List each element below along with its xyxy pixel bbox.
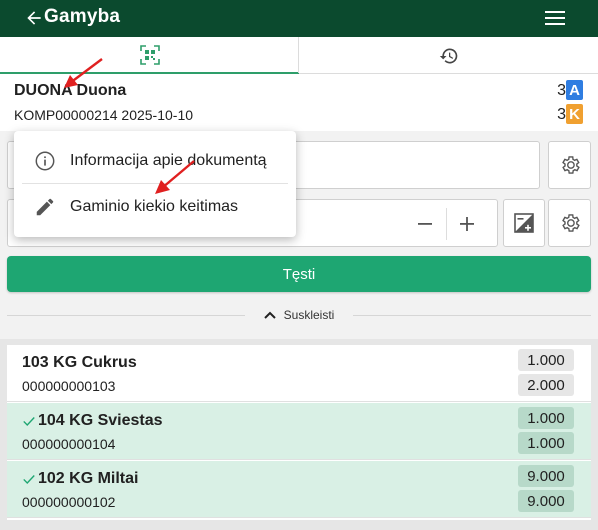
item-title: 104 KG Sviestas — [38, 412, 163, 429]
chevron-up-icon — [263, 311, 276, 319]
item-qty-done: 2.000 — [518, 374, 574, 396]
list-item[interactable]: 103 KG Cukrus 000000000103 1.000 2.000 — [7, 345, 591, 402]
menu-item-document-info[interactable]: Informacija apie dokumentą — [22, 139, 288, 183]
item-qty-required: 9.000 — [518, 465, 574, 487]
list-item[interactable]: 102 KG Miltai 000000000102 9.000 9.000 — [7, 461, 591, 518]
exposure-icon — [514, 213, 534, 233]
count-a-value: 3 — [557, 82, 566, 99]
check-icon — [23, 417, 35, 426]
menu-item-change-quantity[interactable]: Gaminio kiekio keitimas — [22, 185, 288, 229]
continue-button[interactable]: Tęsti — [7, 256, 591, 292]
components-list: 103 KG Cukrus 000000000103 1.000 2.000 1… — [7, 345, 591, 520]
item-title: 102 KG Miltai — [38, 470, 139, 487]
back-arrow-icon[interactable] — [24, 8, 44, 28]
document-header: DUONA Duona KOMP00000214 2025-10-10 3 A … — [0, 74, 598, 131]
item-code: 000000000103 — [22, 378, 116, 394]
hamburger-menu-icon[interactable] — [545, 10, 565, 26]
menu-divider — [22, 183, 288, 184]
count-k-value: 3 — [557, 106, 566, 123]
document-popup-menu: Informacija apie dokumentą Gaminio kieki… — [14, 131, 296, 237]
pencil-icon — [36, 198, 54, 216]
item-code: 000000000102 — [22, 494, 116, 510]
list-item[interactable]: 104 KG Sviestas 000000000104 1.000 1.000 — [7, 403, 591, 460]
item-qty-done: 1.000 — [518, 432, 574, 454]
tab-bar — [0, 37, 598, 74]
tab-history[interactable] — [299, 37, 598, 74]
exposure-button[interactable] — [503, 199, 545, 247]
item-title: 103 KG Cukrus — [22, 354, 137, 371]
tab-scan[interactable] — [0, 37, 299, 74]
document-subtitle: KOMP00000214 2025-10-10 — [14, 107, 194, 123]
item-qty-done: 9.000 — [518, 490, 574, 512]
item-qty-required: 1.000 — [518, 407, 574, 429]
menu-item-label: Informacija apie dokumentą — [70, 152, 267, 169]
menu-item-label: Gaminio kiekio keitimas — [70, 198, 239, 215]
check-icon — [23, 475, 35, 484]
item-qty-required: 1.000 — [518, 349, 574, 371]
info-icon — [35, 151, 55, 171]
history-icon — [439, 48, 457, 63]
minus-icon — [418, 223, 432, 225]
gear-icon — [561, 214, 580, 232]
document-title: DUONA Duona — [14, 82, 127, 99]
collapse-button[interactable]: Suskleisti — [257, 308, 341, 322]
app-title: Gamyba — [44, 6, 121, 27]
plus-icon — [460, 217, 474, 231]
collapse-row: Suskleisti — [7, 304, 591, 326]
item-code: 000000000104 — [22, 436, 116, 452]
count-k-badge: K — [566, 104, 583, 124]
count-a-badge: A — [566, 80, 583, 100]
gear-icon — [561, 156, 580, 174]
app-bar: Gamyba — [0, 0, 598, 37]
item-title-row: 102 KG Miltai — [22, 470, 138, 488]
collapse-divider-right — [353, 315, 591, 316]
collapse-divider-left — [7, 315, 245, 316]
collapse-label: Suskleisti — [283, 308, 335, 322]
item-title-row: 103 KG Cukrus — [22, 354, 137, 372]
quantity-settings-button[interactable] — [548, 199, 591, 247]
field-settings-button[interactable] — [548, 141, 591, 189]
qr-scan-icon — [139, 44, 160, 65]
increase-button[interactable] — [447, 200, 487, 248]
decrease-button[interactable] — [405, 200, 445, 248]
item-title-row: 104 KG Sviestas — [22, 412, 163, 430]
